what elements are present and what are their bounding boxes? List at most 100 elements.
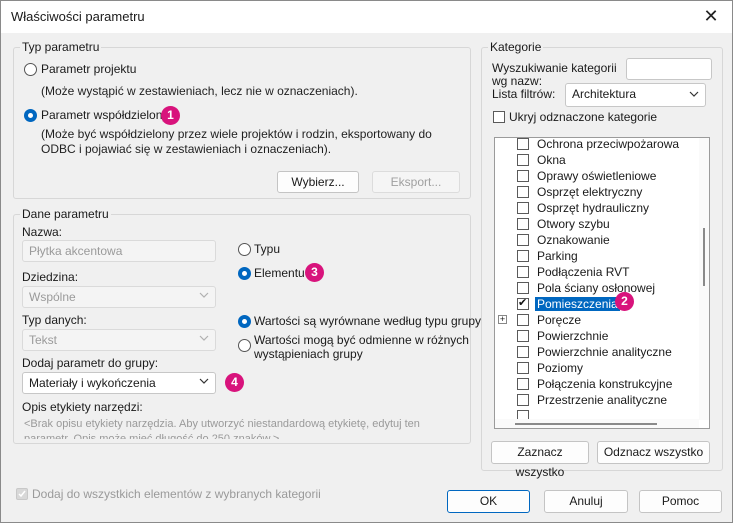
list-item[interactable]: Parking [495,249,695,265]
values-vary-label-line1[interactable]: Wartości mogą być odmienne w różnych [254,333,469,347]
list-item[interactable]: Przestrzenie analityczne [495,393,695,409]
cancel-button[interactable]: Anuluj [544,490,628,513]
discipline-label: Dziedzina: [22,270,79,284]
list-item[interactable]: Oznakowanie [495,233,695,249]
category-list[interactable]: Ochrona przeciwpożarowa Okna Oprawy oświ… [494,137,710,429]
category-label: Osprzęt hydrauliczny [537,201,650,215]
discipline-value: Wspólne [29,290,76,304]
ok-button[interactable]: OK [447,490,530,513]
category-label: Oznakowanie [537,233,610,247]
category-checkbox[interactable] [517,154,529,166]
category-checkbox[interactable] [517,250,529,262]
add-to-all-label[interactable]: Dodaj do wszystkich elementów z wybranyc… [32,487,321,501]
help-button[interactable]: Pomoc [639,490,722,513]
category-checkbox-checked[interactable] [517,296,529,310]
chevron-down-icon [199,333,209,343]
list-item[interactable]: Otwory szybu [495,217,695,233]
name-label: Nazwa: [22,225,63,239]
category-label: Pola ściany osłonowej [537,281,656,295]
category-checkbox[interactable] [517,362,529,374]
project-parameter-description: (Może wystąpić w zestawieniach, lecz nie… [41,84,358,98]
data-type-dropdown[interactable]: Tekst [22,329,216,351]
category-label: Powierzchnie [537,329,609,343]
filter-list-dropdown[interactable]: Architektura [565,83,706,107]
project-parameter-radio[interactable] [24,63,37,76]
category-checkbox[interactable] [517,314,529,326]
list-item[interactable]: Osprzęt hydrauliczny [495,201,695,217]
list-item[interactable]: + Poręcze [495,313,695,329]
category-checkbox[interactable] [517,266,529,278]
vertical-scrollbar[interactable] [699,138,709,420]
values-vary-label-line2[interactable]: wystąpieniach grupy [254,347,363,361]
hide-unchecked-checkbox[interactable] [493,111,505,123]
tooltip-description-line2[interactable]: parametr. Opis może mieć długość do 250 … [24,433,279,439]
data-type-label: Typ danych: [22,313,87,327]
category-checkbox[interactable] [517,394,529,406]
category-checkbox[interactable] [517,218,529,230]
list-item[interactable]: Okna [495,153,695,169]
deselect-all-button[interactable]: Odznacz wszystko [597,441,710,464]
parameter-properties-dialog: Właściwości parametru ✕ Typ parametru Pa… [0,0,733,523]
select-button[interactable]: Wybierz... [277,171,359,193]
list-item[interactable]: Pola ściany osłonowej [495,281,695,297]
category-label: Powierzchnie analityczne [537,345,672,359]
list-item[interactable]: Powierzchnie analityczne [495,345,695,361]
list-item[interactable]: Oprawy oświetleniowe [495,169,695,185]
values-vary-radio[interactable] [238,339,251,352]
list-item[interactable]: Osprzęt elektryczny [495,185,695,201]
project-parameter-label[interactable]: Parametr projektu [41,62,136,76]
name-field[interactable]: Płytka akcentowa [22,240,216,262]
parameter-type-legend: Typ parametru [20,40,102,54]
categories-legend: Kategorie [488,40,544,54]
list-item[interactable]: Połączenia konstrukcyjne [495,377,695,393]
export-button[interactable]: Eksport... [372,171,460,193]
list-item[interactable]: Poziomy [495,361,695,377]
values-aligned-radio[interactable] [238,315,251,328]
select-all-button[interactable]: Zaznacz wszystko [491,441,589,479]
filter-list-value: Architektura [572,87,637,101]
expand-icon[interactable]: + [498,315,507,324]
shared-parameter-description-line2: ODBC i pojawiać się w zestawieniach i oz… [41,142,332,156]
category-label: Pomieszczenia [535,297,620,311]
values-aligned-label[interactable]: Wartości są wyrównane według typu grupy [254,314,481,328]
horizontal-scrollbar[interactable] [495,418,699,428]
category-label: Otwory szybu [537,217,610,231]
list-item-selected[interactable]: Pomieszczenia [495,296,695,313]
instance-radio[interactable] [238,267,251,280]
category-label: Oprawy oświetleniowe [537,169,657,183]
category-checkbox[interactable] [517,234,529,246]
category-label: Połączenia konstrukcyjne [537,377,673,391]
category-checkbox[interactable] [517,202,529,214]
add-to-all-checkbox[interactable] [16,488,28,500]
category-search-input[interactable] [626,58,712,80]
close-icon[interactable]: ✕ [700,5,722,27]
tooltip-description-label: Opis etykiety narzędzi: [22,400,143,414]
type-radio[interactable] [238,243,251,256]
filter-list-label: Lista filtrów: [492,87,556,101]
list-item[interactable]: Powierzchnie [495,329,695,345]
instance-radio-label[interactable]: Elementu [254,266,305,280]
shared-parameter-radio[interactable] [24,109,37,122]
category-checkbox[interactable] [517,186,529,198]
category-checkbox[interactable] [517,378,529,390]
tooltip-description-line1[interactable]: <Brak opisu etykiety narzędzia. Aby utwo… [24,418,420,430]
category-checkbox[interactable] [517,138,529,150]
group-dropdown[interactable]: Materiały i wykończenia [22,372,216,394]
hide-unchecked-label[interactable]: Ukryj odznaczone kategorie [509,110,657,124]
type-radio-label[interactable]: Typu [254,242,280,256]
category-label: Poręcze [537,313,582,327]
parameter-data-legend: Dane parametru [20,207,111,221]
category-checkbox[interactable] [517,346,529,358]
callout-badge-2: 2 [615,292,634,311]
discipline-dropdown[interactable]: Wspólne [22,286,216,308]
category-checkbox[interactable] [517,170,529,182]
checkmark-icon [18,490,26,498]
list-item[interactable]: Ochrona przeciwpożarowa [495,138,695,153]
list-item[interactable]: Podłączenia RVT [495,265,695,281]
category-label: Poziomy [537,361,584,375]
category-label: Osprzęt elektryczny [537,185,643,199]
category-checkbox[interactable] [517,330,529,342]
shared-parameter-label[interactable]: Parametr współdzielony [41,108,168,122]
callout-badge-3: 3 [305,263,324,282]
category-checkbox[interactable] [517,282,529,294]
